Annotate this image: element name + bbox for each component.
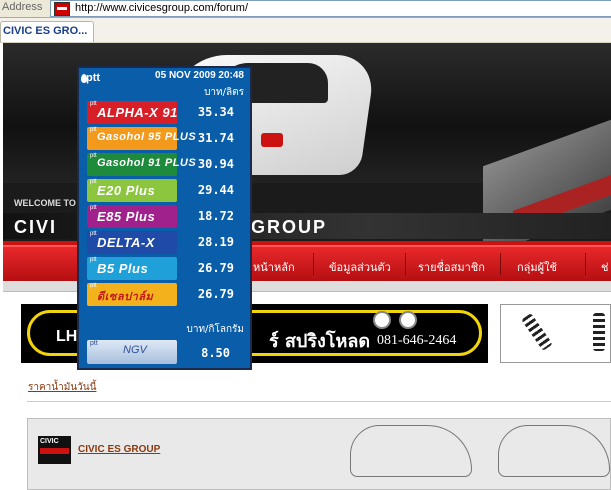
fuel-row: ptt ดีเซลปาล์ม 26.79 xyxy=(85,282,248,308)
fuel-name: B5 Plus xyxy=(97,261,149,276)
ngv-name: NGV xyxy=(123,344,147,356)
civic-logo-icon xyxy=(38,436,71,464)
welcome-text: WELCOME TO xyxy=(14,198,76,208)
url-field[interactable]: http://www.civicesgroup.com/forum/ xyxy=(50,0,611,17)
ptt-logo: ptt xyxy=(86,72,101,84)
url-text[interactable]: http://www.civicesgroup.com/forum/ xyxy=(75,1,248,15)
fuel-row: ptt Gasohol 91 PLUS 30.94 xyxy=(85,152,248,178)
fuel-badge: ptt B5 Plus xyxy=(87,257,177,280)
car-taillight xyxy=(261,133,283,147)
fuel-price: 30.94 xyxy=(197,157,234,171)
site-favicon-icon xyxy=(54,2,70,16)
fuel-price: 26.79 xyxy=(197,287,234,301)
fuel-price: 35.34 xyxy=(197,105,234,119)
address-bar: Address http://www.civicesgroup.com/foru… xyxy=(0,0,611,18)
wheel-icon xyxy=(399,311,417,329)
fuel-ptt-mark: ptt xyxy=(90,205,97,211)
unit-liquid: บาท/ลิตร xyxy=(204,87,244,98)
fuel-row: ptt Gasohol 95 PLUS 31.74 xyxy=(85,126,248,152)
fuel-row: ptt E20 Plus 29.44 xyxy=(85,178,248,204)
fuel-name: E85 Plus xyxy=(97,209,156,224)
fuel-ptt-mark: ptt xyxy=(90,231,97,237)
fuel-row: ptt DELTA-X 28.19 xyxy=(85,230,248,256)
fuel-price: 29.44 xyxy=(197,183,234,197)
fuel-name: ดีเซลปาล์ม xyxy=(97,291,154,303)
nav-divider xyxy=(585,253,586,275)
fuel-row: ptt ALPHA-X 91 35.34 xyxy=(85,100,248,126)
unit-gas: บาท/กิโลกรัม xyxy=(186,324,245,335)
fuel-row: ptt E85 Plus 18.72 xyxy=(85,204,248,230)
nav-divider xyxy=(500,253,501,275)
fuel-price-link[interactable]: ราคาน้ำมันวันนี้ xyxy=(28,380,96,395)
fuel-ptt-mark: ptt xyxy=(90,101,97,107)
fuel-name: E20 Plus xyxy=(97,183,156,198)
nav-item-more[interactable]: ช่ xyxy=(601,258,608,276)
fuel-badge: ptt Gasohol 95 PLUS xyxy=(87,127,196,150)
fuel-name: DELTA-X xyxy=(97,235,155,250)
car-sketch xyxy=(498,425,610,477)
fuel-ptt-mark: ptt xyxy=(90,179,97,185)
widget-header: ptt 05 NOV 2009 20:48 xyxy=(79,68,250,86)
nav-item-home[interactable]: หน้าหลัก xyxy=(253,258,295,276)
group-title-link[interactable]: CIVIC ES GROUP xyxy=(78,444,160,455)
site-logo-right: GROUP xyxy=(251,217,328,237)
fuel-price: 31.74 xyxy=(197,131,234,145)
nav-divider xyxy=(313,253,314,275)
ad-left-text: LH xyxy=(56,328,78,345)
widget-date: 05 NOV 2009 20:48 xyxy=(155,70,244,81)
tab-title: CIVIC ES GRO... xyxy=(3,25,88,37)
wheel-icon xyxy=(373,311,391,329)
fuel-name: ALPHA-X 91 xyxy=(97,105,178,120)
nav-item-members[interactable]: รายชื่อสมาชิก xyxy=(418,258,485,276)
fuel-badge: ptt ALPHA-X 91 xyxy=(87,101,177,124)
fuel-price: 28.19 xyxy=(197,235,234,249)
fuel-name: Gasohol 91 PLUS xyxy=(97,157,197,169)
ngv-badge: ptt NGV xyxy=(87,340,177,364)
fuel-price-widget: ptt 05 NOV 2009 20:48 บาท/ลิตร ptt ALPHA… xyxy=(77,66,252,370)
ad-phone: 081-646-2464 xyxy=(377,333,457,348)
fuel-price: 26.79 xyxy=(197,261,234,275)
fuel-badge: ptt Gasohol 91 PLUS xyxy=(87,153,196,176)
ngv-price: 8.50 xyxy=(201,346,230,360)
ad-main-text: ร์ สปริงโหลด xyxy=(269,331,371,352)
shock-absorber-icon xyxy=(521,312,553,352)
site-logo-left: CIVI xyxy=(14,217,58,237)
nav-item-usergroups[interactable]: กลุ่มผู้ใช้ xyxy=(517,258,557,276)
fuel-badge: ptt E20 Plus xyxy=(87,179,177,202)
tab-strip: CIVIC ES GRO... xyxy=(0,18,611,43)
fuel-ptt-mark: ptt xyxy=(90,127,97,133)
nav-divider xyxy=(405,253,406,275)
fuel-row: ptt B5 Plus 26.79 xyxy=(85,256,248,282)
fuel-ptt-mark: ptt xyxy=(90,340,98,347)
browser-tab[interactable]: CIVIC ES GRO... xyxy=(0,21,94,42)
fuel-ptt-mark: ptt xyxy=(90,153,97,159)
ad-banner-shocks[interactable] xyxy=(500,304,611,363)
fuel-badge: ptt ดีเซลปาล์ม xyxy=(87,283,177,306)
fuel-name: Gasohol 95 PLUS xyxy=(97,131,197,143)
fuel-badge: ptt DELTA-X xyxy=(87,231,177,254)
group-card: CIVIC ES GROUP xyxy=(27,418,611,490)
fuel-ptt-mark: ptt xyxy=(90,283,97,289)
fuel-ptt-mark: ptt xyxy=(90,257,97,263)
fuel-price: 18.72 xyxy=(197,209,234,223)
fuel-badge: ptt E85 Plus xyxy=(87,205,177,228)
divider xyxy=(27,401,611,402)
address-label: Address xyxy=(2,1,43,13)
car-sketch xyxy=(350,425,472,477)
shock-absorber-icon xyxy=(593,313,605,351)
nav-item-profile[interactable]: ข้อมูลส่วนตัว xyxy=(329,258,391,276)
